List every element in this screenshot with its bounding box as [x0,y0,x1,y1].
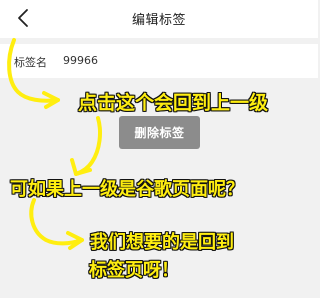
annotation-arrow-2 [74,116,102,176]
page-title: 编辑标签 [131,13,186,28]
annotation-arrowhead-2 [70,158,92,176]
annotation-note-3-line-2: 标签页呀！ [89,260,179,281]
annotation-note-3-line-1: 我们想要的是回到 [90,232,234,253]
annotation-note-1: 点击这个会回到上一级 [78,92,269,114]
navbar: 编辑标签 [0,0,318,38]
annotation-arrow-3 [29,198,84,246]
tag-name-label: 标签名 [14,56,47,69]
tag-name-value[interactable]: 99966 [63,54,98,67]
tag-name-row: 标签名 99966 [0,44,318,78]
annotation-note-2: 可如果上一级是谷歌页面呢？ [10,179,244,200]
annotation-arrowhead-3 [66,231,84,250]
delete-tag-button[interactable]: 删除标签 [119,116,200,149]
annotation-arrowhead-1 [42,91,60,109]
